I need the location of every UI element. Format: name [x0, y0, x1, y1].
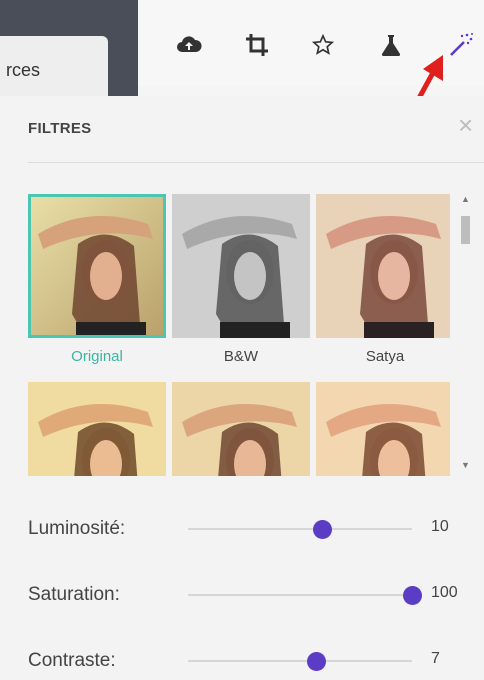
filter-thumb-bw[interactable] [172, 194, 310, 338]
scroll-up-icon[interactable]: ▲ [461, 194, 470, 204]
slider-row-luminosity: Luminosité: 10 [28, 514, 478, 544]
slider-row-contrast: Contraste: 7 [28, 646, 478, 676]
tab-resources[interactable]: rces [0, 36, 108, 96]
slider-knob[interactable] [306, 652, 326, 671]
slider-label: Saturation: [28, 584, 120, 605]
filter-grid: Original B&W Satya [28, 194, 450, 476]
panel-title: FILTRES [28, 120, 92, 137]
scrollbar-thumb[interactable] [461, 216, 470, 244]
crop-icon [246, 34, 268, 56]
scroll-down-icon[interactable]: ▼ [461, 460, 470, 470]
star-icon [312, 34, 334, 55]
divider [28, 162, 484, 163]
filter-scrollbar[interactable]: ▲ ▼ [458, 194, 472, 476]
slider-label: Contraste: [28, 650, 116, 671]
slider-knob[interactable] [313, 520, 333, 539]
slider-value: 100 [431, 584, 458, 601]
filter-name-original[interactable]: Original [28, 348, 166, 365]
slider-track[interactable] [188, 660, 412, 662]
filter-thumb[interactable] [172, 382, 310, 476]
filter-thumb[interactable] [28, 382, 166, 476]
slider-label: Luminosité: [28, 518, 126, 539]
slider-track[interactable] [188, 594, 412, 596]
filter-thumb[interactable] [316, 382, 450, 476]
favorite-button[interactable] [306, 28, 340, 62]
filters-panel: FILTRES × Original B&W Satya ▲ ▼ Luminos… [0, 96, 484, 680]
slider-knob[interactable] [403, 586, 422, 605]
tab-label: rces [6, 60, 41, 80]
filter-thumb-original[interactable] [28, 194, 166, 338]
cloud-upload-icon [177, 36, 202, 52]
close-icon[interactable]: × [458, 112, 473, 138]
slider-track[interactable] [188, 528, 412, 530]
slider-value: 10 [431, 518, 449, 535]
crop-button[interactable] [240, 28, 274, 62]
slider-row-saturation: Saturation: 100 [28, 580, 478, 610]
filter-name-bw[interactable]: B&W [172, 348, 310, 365]
cloud-upload-button[interactable] [172, 28, 206, 62]
slider-value: 7 [431, 650, 440, 667]
filter-name-satya[interactable]: Satya [316, 348, 450, 365]
filter-thumb-satya[interactable] [316, 194, 450, 338]
